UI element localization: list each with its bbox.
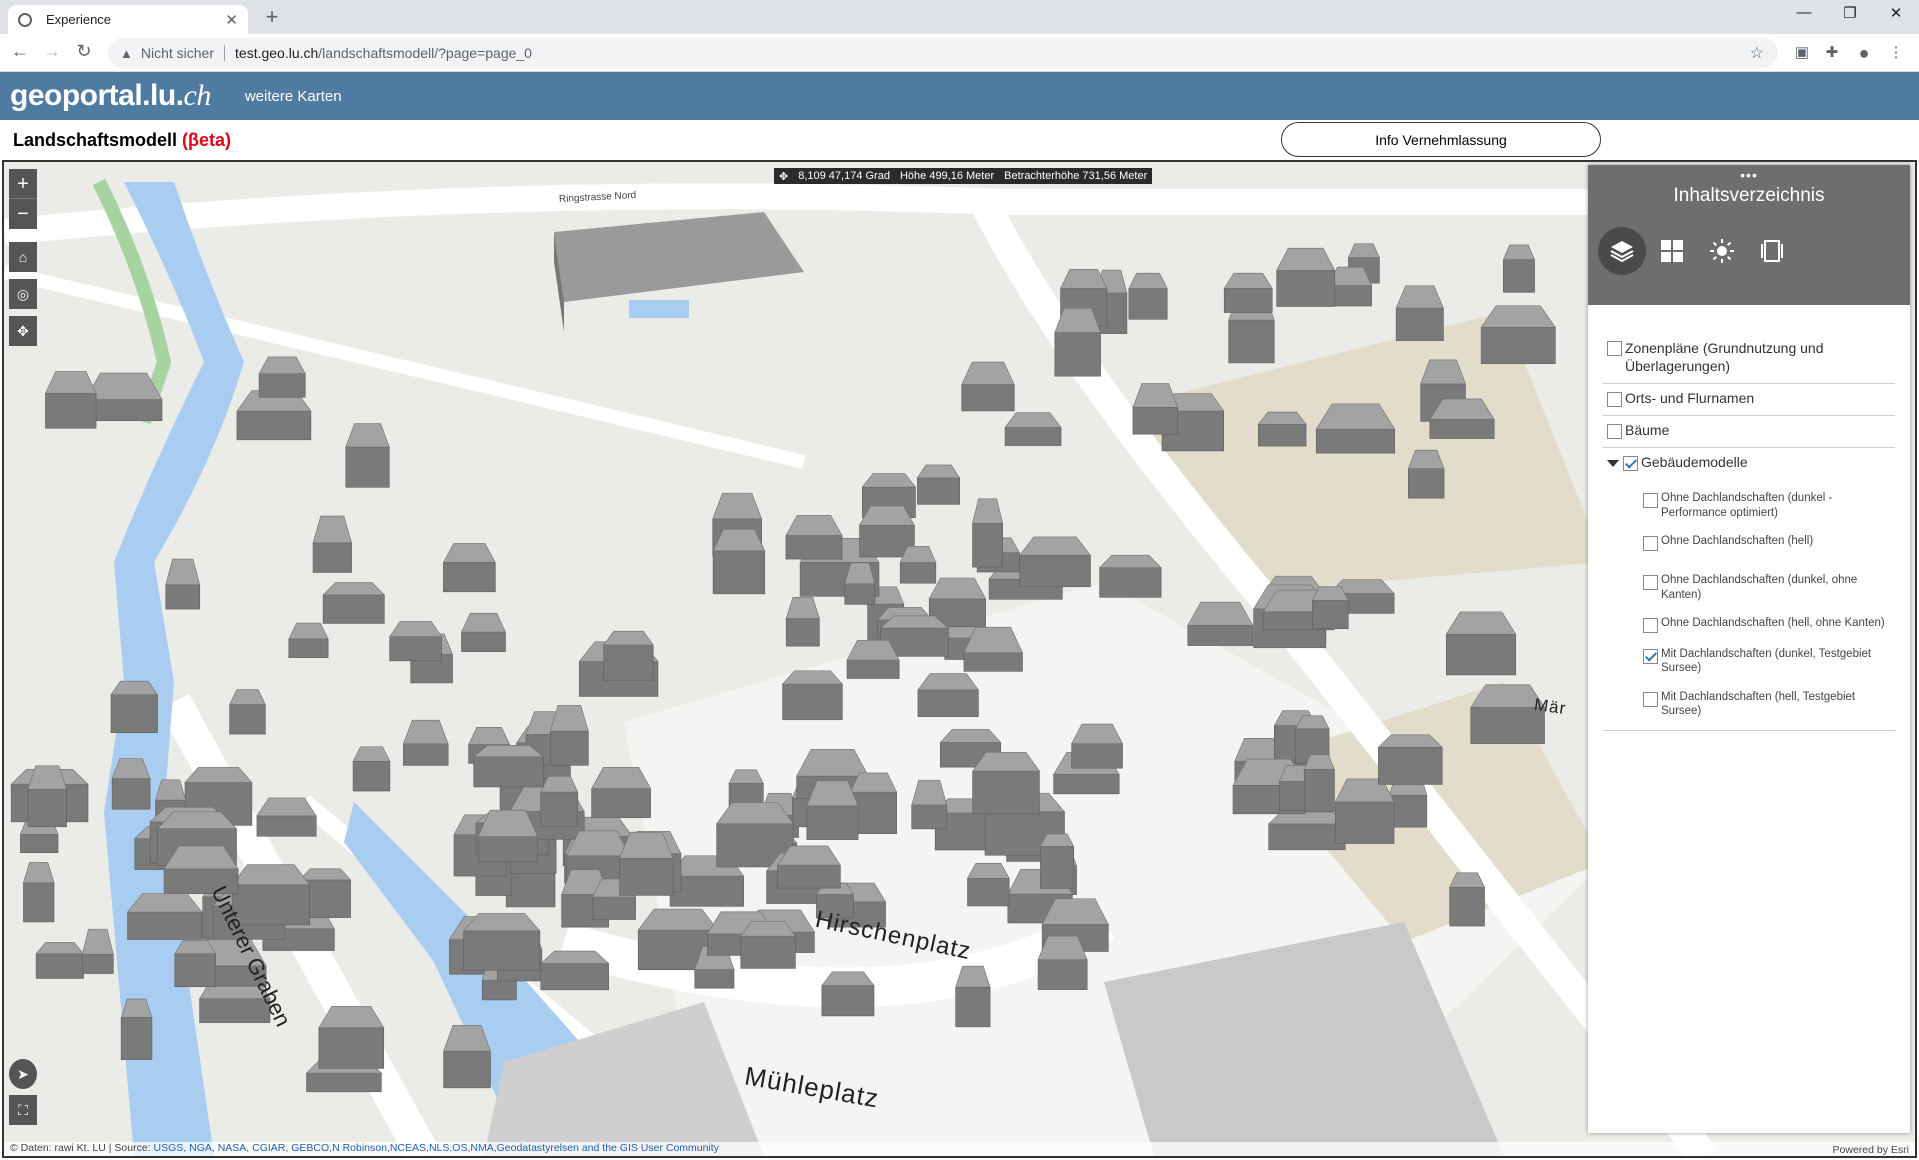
slides-icon[interactable] <box>1748 227 1796 275</box>
minimize-icon[interactable]: — <box>1784 4 1824 21</box>
tab-title: Experience <box>46 12 112 27</box>
sublayer-checkbox[interactable] <box>1643 648 1658 664</box>
zoom-out-button[interactable]: − <box>9 199 37 229</box>
zoom-in-button[interactable]: + <box>9 169 37 199</box>
sublayer-checkbox[interactable] <box>1643 691 1658 707</box>
layer-list: Zonenpläne (Grundnutzung und Überlagerun… <box>1603 333 1895 732</box>
expand-caret-icon[interactable] <box>1607 460 1619 468</box>
layer-item[interactable]: Orts- und Flurnamen <box>1603 384 1895 417</box>
panel-title: Inhaltsverzeichnis <box>1673 185 1825 206</box>
layer-item[interactable]: Bäume <box>1603 416 1895 449</box>
browser-tab[interactable]: Experience ✕ <box>8 5 248 34</box>
profile-icon[interactable]: ● <box>1854 43 1874 63</box>
app-header: geoportal.lu.ch weitere Karten <box>0 72 1919 120</box>
coordinate-readout: ✥ 8,109 47,174 Grad Höhe 499,16 Meter Be… <box>774 168 1153 184</box>
attribution-bar: © Daten: rawi Kt. LU | Source: USGS, NGA… <box>4 1142 1915 1156</box>
sublayer-item[interactable]: Ohne Dachlandschaften (hell, ohne Kanten… <box>1639 616 1895 633</box>
locate-button[interactable]: ◎ <box>9 279 37 309</box>
daylight-icon[interactable] <box>1698 227 1746 275</box>
sublayer-checkbox[interactable] <box>1643 493 1658 509</box>
panel-header: ••• Inhaltsverzeichnis <box>1588 165 1910 305</box>
reload-icon[interactable]: ↻ <box>72 41 96 62</box>
fullscreen-button[interactable]: ⛶ <box>9 1095 37 1125</box>
extension-icon[interactable]: ▣ <box>1792 43 1812 63</box>
layer-item[interactable]: Zonenpläne (Grundnutzung und Überlagerun… <box>1603 333 1895 385</box>
sublayer-item[interactable]: Mit Dachlandschaften (dunkel, Testgebiet… <box>1639 647 1895 676</box>
compass-button[interactable]: ➤ <box>9 1059 37 1089</box>
sublayer-checkbox[interactable] <box>1643 536 1658 552</box>
menu-icon[interactable]: ⋮ <box>1886 43 1906 63</box>
home-button[interactable]: ⌂ <box>9 242 37 272</box>
weitere-karten-link[interactable]: weitere Karten <box>245 88 342 105</box>
url-path: /landschaftsmodell/?page=page_0 <box>318 45 532 61</box>
pan-button[interactable]: ✥ <box>9 316 37 346</box>
sublayer-checkbox[interactable] <box>1643 617 1658 633</box>
layer-checkbox[interactable] <box>1607 341 1622 356</box>
layer-item-gebaeudemodelle[interactable]: Gebäudemodelle Ohne Dachlandschaften (du… <box>1603 448 1895 732</box>
sublayer-item[interactable]: Ohne Dachlandschaften (dunkel, ohne Kant… <box>1639 573 1895 602</box>
sublayer-item[interactable]: Ohne Dachlandschaften (hell) <box>1639 534 1895 552</box>
back-icon[interactable]: ← <box>8 41 32 62</box>
zoom-controls: + − <box>9 169 37 229</box>
url-host: test.geo.lu.ch <box>235 45 319 61</box>
puzzle-icon[interactable]: ✚ <box>1822 43 1842 63</box>
layer-checkbox[interactable] <box>1623 456 1638 472</box>
sublayer-item[interactable]: Mit Dachlandschaften (hell, Testgebiet S… <box>1639 690 1895 719</box>
title-bar: Landschaftsmodell (βeta) Info Vernehmlas… <box>0 120 1919 160</box>
layers-icon[interactable] <box>1598 227 1646 275</box>
layer-list-panel: ••• Inhaltsverzeichnis Zonenpläne (Grund… <box>1588 165 1910 1133</box>
page-title: Landschaftsmodell (βeta) <box>13 130 232 150</box>
warning-icon: ▲ <box>120 45 133 61</box>
close-window-icon[interactable]: ✕ <box>1876 4 1916 22</box>
globe-icon <box>18 12 32 27</box>
restore-icon[interactable]: ❐ <box>1830 4 1870 22</box>
street-label-maer: Mär <box>1532 694 1568 719</box>
sublayer-list: Ohne Dachlandschaften (dunkel - Performa… <box>1603 491 1895 722</box>
crosshair-icon: ✥ <box>779 170 789 183</box>
sublayer-checkbox[interactable] <box>1643 575 1658 591</box>
logo[interactable]: geoportal.lu.ch <box>10 79 211 113</box>
url-field[interactable]: ▲ Nicht sicher test.geo.lu.ch /landschaf… <box>108 38 1778 68</box>
layer-checkbox[interactable] <box>1607 392 1622 408</box>
security-label: Nicht sicher <box>140 45 215 61</box>
new-tab-button[interactable]: + <box>258 4 286 30</box>
close-tab-icon[interactable]: ✕ <box>225 11 238 29</box>
basemap-gallery-icon[interactable] <box>1648 227 1696 275</box>
divider <box>224 45 226 61</box>
info-vernehmlassung-button[interactable]: Info Vernehmlassung <box>1281 122 1601 157</box>
browser-tab-bar: Experience ✕ + — ❐ ✕ <box>0 0 1919 34</box>
address-bar: ← → ↻ ▲ Nicht sicher test.geo.lu.ch /lan… <box>0 34 1919 72</box>
powered-by[interactable]: Powered by Esri <box>1833 1144 1909 1156</box>
forward-icon[interactable]: → <box>40 41 64 62</box>
drag-handle-icon[interactable]: ••• <box>1588 167 1910 183</box>
bookmark-star-icon[interactable]: ☆ <box>1750 43 1764 63</box>
layer-checkbox[interactable] <box>1607 424 1622 440</box>
sublayer-item[interactable]: Ohne Dachlandschaften (dunkel - Performa… <box>1639 491 1895 520</box>
